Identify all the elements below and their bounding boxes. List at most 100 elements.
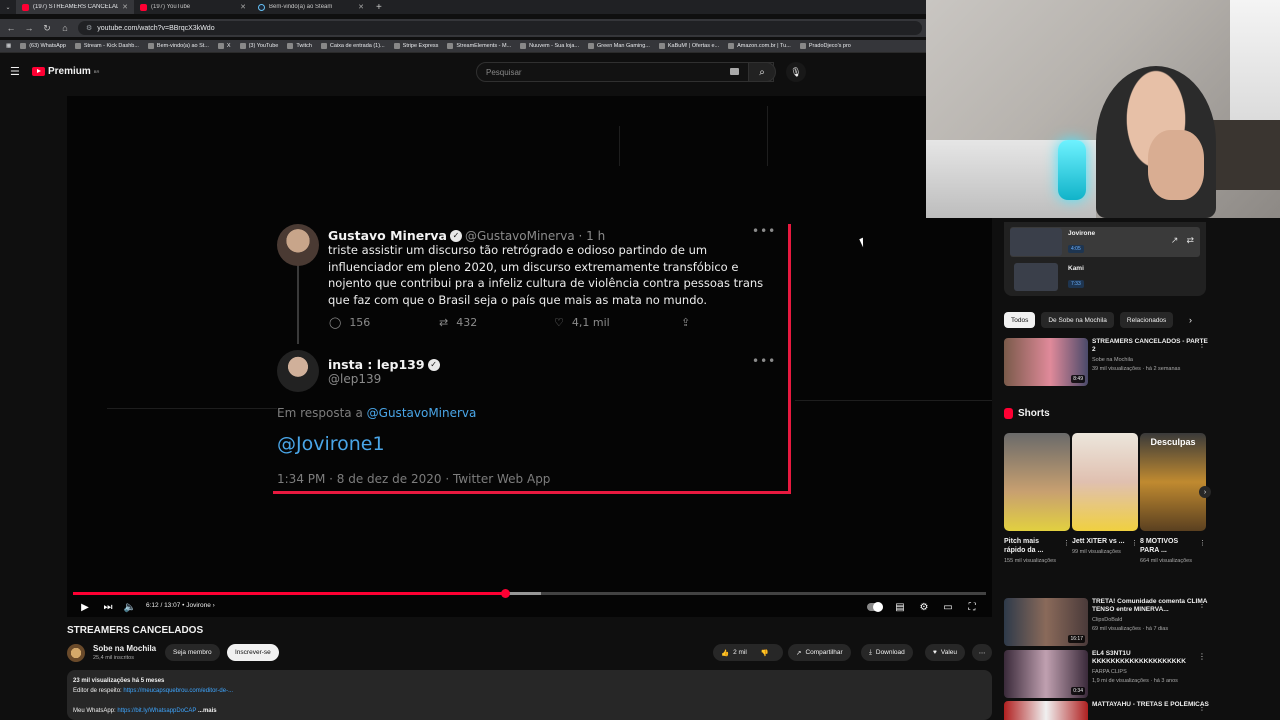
channel-avatar[interactable] [67,644,85,662]
bookmark-favicon-icon [217,43,224,49]
download-button[interactable]: ⤓ Download [861,644,913,661]
apps-icon[interactable]: ▦ [6,43,11,49]
browser-tab-2[interactable]: Bem-vindo(a) ao Steam ✕ [252,0,370,14]
close-icon[interactable]: ✕ [358,3,364,11]
chip-from-channel[interactable]: De Sobe na Mochila [1041,312,1114,328]
chevron-right-icon[interactable]: › [1189,315,1192,325]
volume-icon[interactable]: 🔈 [124,598,136,616]
home-icon[interactable]: ⌂ [60,23,70,33]
short-item-1[interactable]: Jett XITER vs ... 99 mil visualizações ⋮ [1072,433,1138,556]
join-button[interactable]: Seja membro [165,644,220,661]
like-button[interactable]: 👍 2 mil [721,649,747,657]
next-icon[interactable]: ⏭ [102,598,114,616]
chip-related[interactable]: Relacionados [1119,312,1174,328]
loop-icon[interactable]: ⇄ [1186,235,1194,246]
whatsapp-link[interactable]: https://bit.ly/WhatsappDoCAP [117,708,196,714]
settings-icon[interactable]: ⚙ [917,598,931,616]
menu-icon[interactable]: ☰ [10,65,20,78]
autoplay-toggle[interactable] [867,602,883,612]
playlist-item-1[interactable]: Kami 7:33 [1010,262,1200,292]
theater-mode-icon[interactable]: ▭ [941,598,955,616]
recommended-video[interactable]: 16:17 TRETA! Comunidade comenta CLIMA TE… [1004,598,1210,648]
bookmark-item[interactable]: Bem-vindo(a) ao St... [147,43,209,49]
share-icon[interactable]: ↗ [1171,235,1179,246]
video-player[interactable]: Gustavo Minerva ✓ @GustavoMinerva · 1 h ••… [67,96,992,617]
chevron-right-icon[interactable]: › [1199,486,1211,498]
search-button[interactable]: ⌕ [748,62,776,82]
video-title: TRETA! Comunidade comenta CLIMA TENSO en… [1092,598,1208,613]
subscribe-button[interactable]: Inscrever-se [227,644,279,661]
like-count: 4,1 mil [571,316,610,329]
bookmark-item[interactable]: Caixa de entrada (1)... [320,43,385,49]
bookmark-item[interactable]: (3) YouTube [239,43,278,49]
short-item-2[interactable]: Desculpas 8 MOTIVOS PARA ... 664 mil vis… [1140,433,1206,565]
dislike-button[interactable]: 👎 [761,649,769,657]
more-icon: ••• [752,224,777,238]
reload-icon[interactable]: ↻ [42,23,52,34]
close-icon[interactable]: ✕ [122,3,128,11]
browser-tab-1[interactable]: (197) YouTube ✕ [134,0,252,14]
video-thumbnail: 16:17 [1004,598,1088,646]
recommended-video[interactable]: 8:49 STREAMERS CANCELADOS - PARTE 2 Sobe… [1004,338,1210,388]
bookmark-item[interactable]: Stream - Kick Dashb... [74,43,139,49]
bookmark-item[interactable]: Stripe Express [393,43,438,49]
more-actions-button[interactable]: ⋯ [972,644,992,661]
recommended-video[interactable]: MATTAYAHU - TRETAS E POLÊMICAS ⋮ [1004,701,1210,720]
keyboard-icon[interactable] [730,68,739,75]
video-thumbnail [1004,701,1088,720]
video-title: STREAMERS CANCELADOS [67,625,204,636]
url-input[interactable]: ⚙ youtube.com/watch?v=BBrqcX3kWdo [78,21,922,35]
bookmark-item[interactable]: (63) WhatsApp [20,43,66,49]
bookmark-item[interactable]: Amazon.com.br | Tu... [728,43,791,49]
webcam-shelf [1210,120,1280,190]
back-icon[interactable]: ← [6,23,16,33]
verified-icon: ✓ [427,358,440,371]
progress-bar[interactable] [73,589,986,598]
short-thumb-text: Desculpas [1150,437,1196,447]
video-thumbnail: 0:34 [1004,650,1088,698]
subtitles-icon[interactable]: ▤ [893,598,907,616]
thanks-button[interactable]: ♥ Valeu [925,644,966,661]
forward-icon[interactable]: → [24,23,34,33]
more-vert-icon[interactable]: ⋮ [1198,340,1206,349]
bookmark-item[interactable]: KaBuM! | Ofertas e... [658,43,719,49]
short-item-0[interactable]: Pitch mais rápido da ... 155 mil visuali… [1004,433,1070,565]
channel-name[interactable]: Sobe na Mochila [93,644,156,653]
chip-all[interactable]: Todos [1004,312,1036,328]
close-icon[interactable]: ✕ [240,3,246,11]
description-box[interactable]: 23 mil visualizações há 5 meses Editor d… [67,670,992,720]
bookmark-item[interactable]: Green Man Gaming... [587,43,650,49]
more-vert-icon[interactable]: ⋮ [1198,652,1206,661]
more-vert-icon[interactable]: ⋮ [1131,539,1138,547]
playlist-item-0[interactable]: Jovirone 4:05 ↗ ⇄ [1010,227,1200,257]
chapter-label[interactable]: Jovirone [186,602,211,609]
more-vert-icon[interactable]: ⋮ [1198,703,1206,712]
video-duration: 8:49 [1071,375,1085,383]
mic-button[interactable]: 🎙 [786,62,806,82]
bookmark-item[interactable]: StreamElements - M... [447,43,511,49]
share-button[interactable]: ↗ Compartilhar [788,644,851,661]
site-info-icon[interactable]: ⚙ [86,24,92,32]
bookmark-item[interactable]: Nuuvem - Sua loja... [520,43,579,49]
bookmark-item[interactable]: X [217,43,231,49]
new-tab-button[interactable]: + [376,2,382,13]
show-more-link[interactable]: ...mais [198,708,217,714]
more-vert-icon[interactable]: ⋮ [1063,539,1070,547]
youtube-logo[interactable]: Premium BR [32,66,99,77]
tab-search-icon[interactable]: ⌄ [0,4,16,11]
share-icon: ⇪ [681,316,691,329]
bookmark-item[interactable]: PradoDjeco's pro [799,43,851,49]
editor-link[interactable]: https://meucapsquebrou.com/editor-de-... [123,688,233,694]
scrubber-handle[interactable] [500,589,510,598]
more-vert-icon[interactable]: ⋮ [1199,539,1206,547]
retweet-icon: ⇄ [439,316,449,329]
recommended-video[interactable]: 0:34 EL4 S3NT1U KKKKKKKKKKKKKKKKKKKK FAR… [1004,650,1210,700]
browser-tab-bar: ⌄ (197) STREAMERS CANCELADOS ✕ (197) You… [0,0,926,14]
bookmark-item[interactable]: Twitch [287,43,312,49]
search-input[interactable]: Pesquisar [476,62,774,82]
bookmark-favicon-icon [287,43,294,49]
fullscreen-icon[interactable]: ⛶ [965,598,979,616]
play-icon[interactable]: ▶ [79,598,91,616]
browser-tab-0[interactable]: (197) STREAMERS CANCELADOS ✕ [16,0,134,14]
more-vert-icon[interactable]: ⋮ [1198,600,1206,609]
